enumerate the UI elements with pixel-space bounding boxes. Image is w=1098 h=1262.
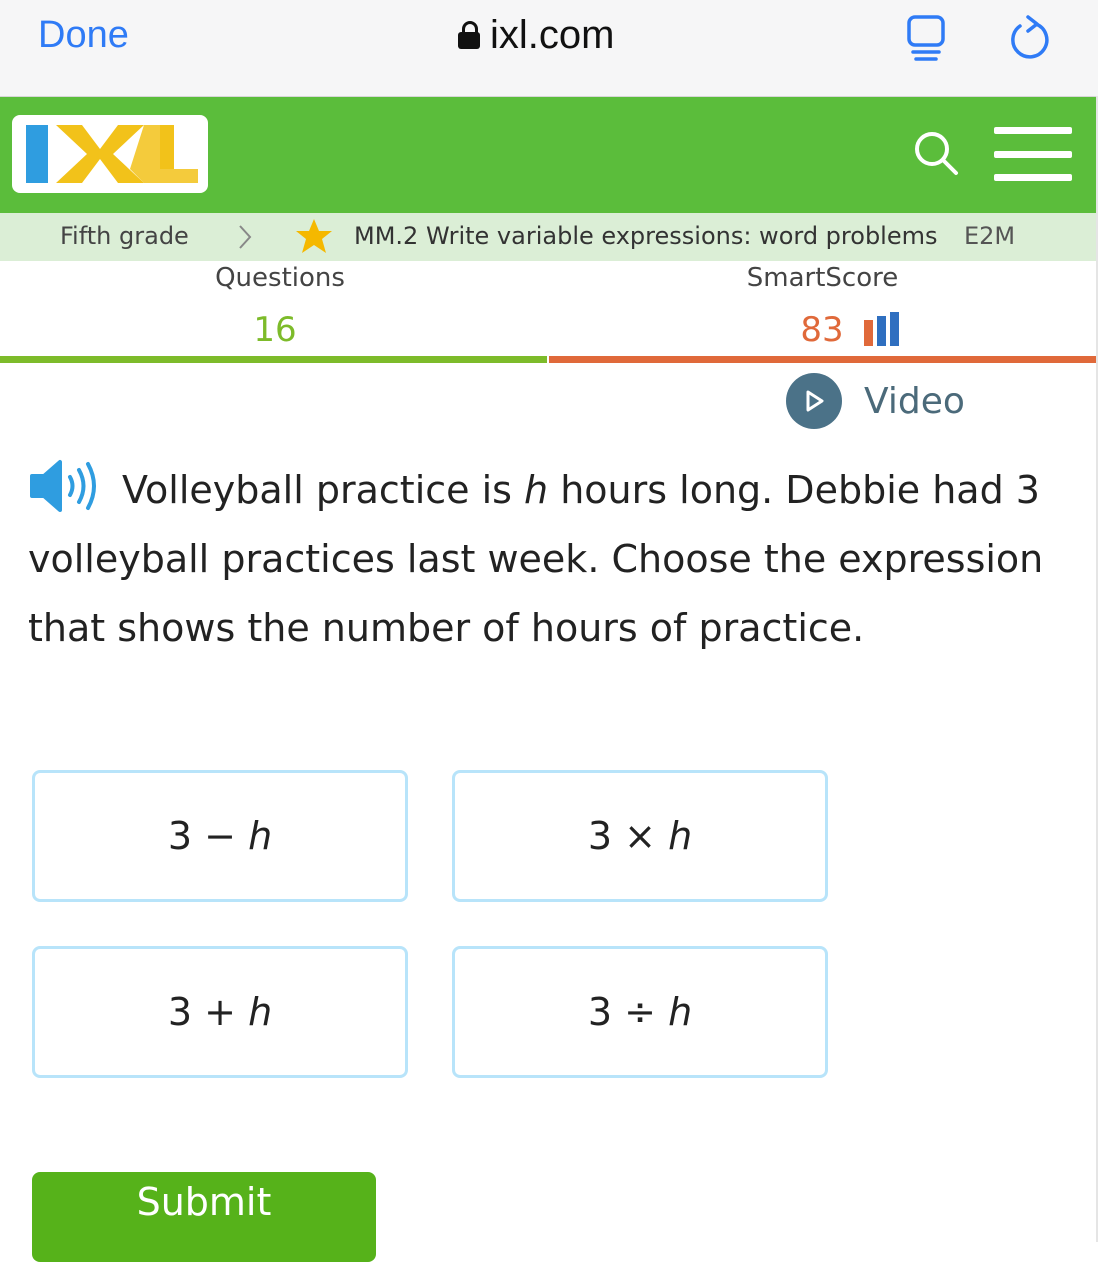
- play-icon: [786, 373, 842, 429]
- ixl-logo[interactable]: [12, 115, 208, 193]
- url-bar[interactable]: ixl.com: [458, 12, 614, 58]
- submit-button[interactable]: Submit: [32, 1172, 376, 1262]
- answer-option[interactable]: 3 + h: [32, 946, 408, 1078]
- site-header: [0, 97, 1098, 213]
- answer-number: 3: [167, 814, 193, 858]
- answer-operator: ÷: [624, 990, 656, 1034]
- answer-option[interactable]: 3 − h: [32, 770, 408, 902]
- questions-label: Questions: [215, 263, 345, 293]
- questions-value: 16: [253, 310, 297, 350]
- done-button[interactable]: Done: [38, 14, 129, 57]
- smartscore-bar: [549, 356, 1098, 363]
- video-label: Video: [864, 380, 965, 422]
- answer-option[interactable]: 3 ÷ h: [452, 946, 828, 1078]
- star-icon: [296, 219, 332, 253]
- reader-icon[interactable]: [906, 14, 946, 62]
- url-text: ixl.com: [490, 12, 615, 57]
- search-icon[interactable]: [910, 127, 962, 179]
- question-text-part: Volleyball practice is: [122, 468, 525, 512]
- breadcrumb-skill: MM.2 Write variable expressions: word pr…: [354, 222, 938, 250]
- question-variable: h: [524, 468, 549, 512]
- answer-variable: h: [248, 814, 273, 858]
- answer-number: 3: [587, 814, 613, 858]
- answer-operator: ×: [624, 814, 656, 858]
- answer-number: 3: [167, 990, 193, 1034]
- video-button[interactable]: Video: [786, 373, 965, 429]
- chevron-right-icon: [239, 225, 252, 249]
- answer-variable: h: [248, 990, 273, 1034]
- smartscore-label: SmartScore: [746, 263, 899, 293]
- answer-operator: −: [204, 814, 236, 858]
- smartscore-value: 83: [800, 310, 844, 350]
- answer-option[interactable]: 3 × h: [452, 770, 828, 902]
- submit-label: Submit: [136, 1180, 272, 1224]
- reload-icon[interactable]: [1006, 14, 1052, 62]
- smartscore-meter-icon: [864, 312, 899, 346]
- menu-icon[interactable]: [994, 127, 1072, 181]
- skill-code: E2M: [964, 222, 1016, 250]
- breadcrumb-grade[interactable]: Fifth grade: [60, 222, 189, 250]
- answer-variable: h: [668, 814, 693, 858]
- breadcrumb: Fifth grade MM.2 Write variable expressi…: [0, 213, 1098, 261]
- browser-toolbar: Done ixl.com: [0, 0, 1098, 97]
- questions-bar: [0, 356, 547, 363]
- answer-operator: +: [204, 990, 236, 1034]
- lock-icon: [458, 21, 480, 49]
- ixl-logo-mark: [26, 125, 198, 183]
- question-text: Volleyball practice is h hours long. Deb…: [28, 456, 1078, 663]
- answer-variable: h: [668, 990, 693, 1034]
- answer-number: 3: [587, 990, 613, 1034]
